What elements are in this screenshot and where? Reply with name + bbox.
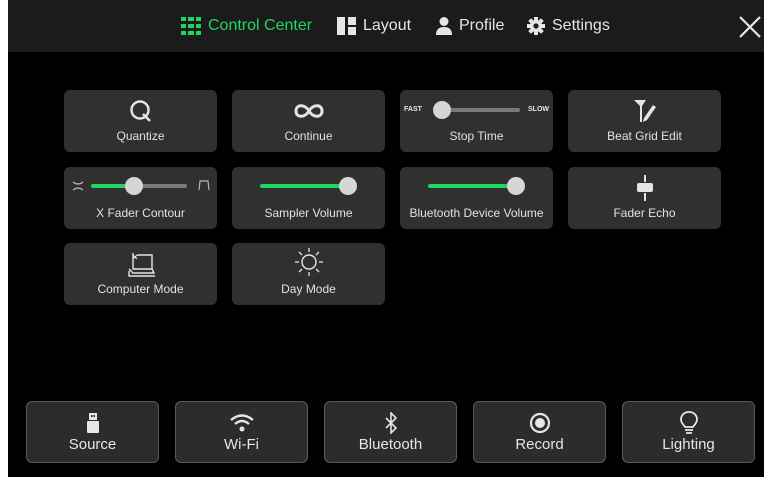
tab-settings[interactable]: Settings bbox=[527, 0, 610, 52]
stop-time-label: Stop Time bbox=[449, 129, 504, 143]
source-button[interactable]: Source bbox=[26, 401, 159, 463]
bluetooth-device-volume-tile[interactable]: Bluetooth Device Volume bbox=[400, 167, 553, 229]
continue-label: Continue bbox=[284, 129, 333, 143]
bluetooth-volume-slider-knob[interactable] bbox=[507, 177, 525, 195]
infinity-icon bbox=[293, 104, 324, 118]
person-icon bbox=[436, 17, 452, 35]
record-icon bbox=[529, 412, 550, 434]
tab-control-center[interactable]: Control Center bbox=[181, 0, 312, 52]
computer-mode-tile[interactable]: Computer Mode bbox=[64, 243, 217, 305]
smooth-curve-icon bbox=[198, 180, 210, 191]
bluetooth-icon bbox=[384, 412, 397, 434]
computer-mode-label: Computer Mode bbox=[97, 282, 184, 296]
stop-time-min-label: FAST bbox=[404, 106, 422, 113]
bluetooth-label: Bluetooth bbox=[358, 436, 423, 453]
fader-echo-tile[interactable]: Fader Echo bbox=[568, 167, 721, 229]
grid-icon bbox=[181, 17, 201, 35]
wifi-label: Wi-Fi bbox=[224, 436, 259, 453]
tab-profile[interactable]: Profile bbox=[436, 0, 504, 52]
tab-layout-label: Layout bbox=[363, 17, 412, 34]
layout-icon bbox=[337, 17, 356, 35]
sampler-volume-tile[interactable]: Sampler Volume bbox=[232, 167, 385, 229]
day-mode-label: Day Mode bbox=[281, 282, 336, 296]
lighting-button[interactable]: Lighting bbox=[622, 401, 755, 463]
wifi-icon bbox=[229, 414, 254, 432]
beat-grid-edit-label: Beat Grid Edit bbox=[607, 129, 682, 143]
x-fader-slider-knob[interactable] bbox=[125, 177, 144, 195]
stop-time-max-label: SLOW bbox=[528, 106, 549, 113]
day-mode-tile[interactable]: Day Mode bbox=[232, 243, 385, 305]
sun-icon bbox=[294, 248, 323, 276]
record-button[interactable]: Record bbox=[473, 401, 606, 463]
wifi-button[interactable]: Wi-Fi bbox=[175, 401, 308, 463]
bluetooth-device-volume-label: Bluetooth Device Volume bbox=[409, 206, 544, 220]
source-label: Source bbox=[68, 436, 117, 453]
grid-edit-pen-icon bbox=[633, 100, 656, 122]
bluetooth-button[interactable]: Bluetooth bbox=[324, 401, 457, 463]
quantize-label: Quantize bbox=[116, 129, 165, 143]
lighting-label: Lighting bbox=[662, 436, 715, 453]
lightbulb-icon bbox=[679, 411, 698, 434]
stop-time-tile[interactable]: FAST SLOW Stop Time bbox=[400, 90, 553, 152]
top-nav-bar: Control Center Layout Profile Settings bbox=[8, 0, 764, 52]
sharp-curve-icon bbox=[72, 181, 84, 191]
continue-tile[interactable]: Continue bbox=[232, 90, 385, 152]
quantize-icon bbox=[129, 100, 151, 122]
fader-icon bbox=[636, 175, 653, 201]
tab-control-center-label: Control Center bbox=[208, 17, 313, 34]
screen: Control Center Layout Profile Settings Q… bbox=[8, 0, 764, 477]
tab-profile-label: Profile bbox=[459, 17, 505, 34]
usb-drive-icon bbox=[86, 413, 99, 433]
stop-time-slider-knob[interactable] bbox=[432, 101, 451, 119]
x-fader-contour-tile[interactable]: X Fader Contour bbox=[64, 167, 217, 229]
tab-layout[interactable]: Layout bbox=[337, 0, 411, 52]
x-fader-contour-label: X Fader Contour bbox=[96, 206, 185, 220]
laptop-icon bbox=[127, 253, 155, 277]
quantize-tile[interactable]: Quantize bbox=[64, 90, 217, 152]
sampler-volume-slider-knob[interactable] bbox=[339, 177, 357, 195]
record-label: Record bbox=[515, 436, 564, 453]
tab-settings-label: Settings bbox=[552, 17, 610, 34]
gear-icon bbox=[527, 17, 545, 35]
sampler-volume-label: Sampler Volume bbox=[264, 206, 353, 220]
fader-echo-label: Fader Echo bbox=[613, 206, 676, 220]
beat-grid-edit-tile[interactable]: Beat Grid Edit bbox=[568, 90, 721, 152]
close-icon[interactable] bbox=[738, 15, 762, 39]
